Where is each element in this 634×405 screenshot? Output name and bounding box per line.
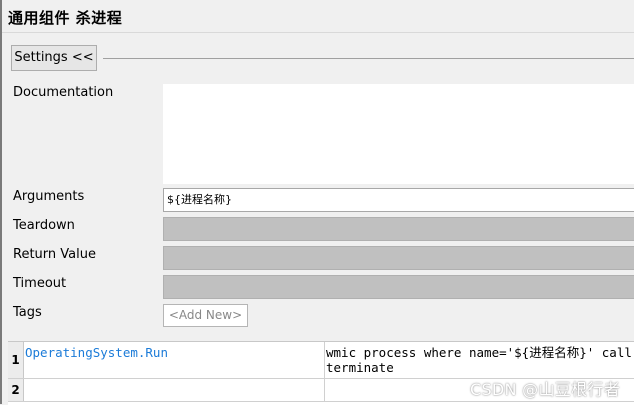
keyword-cell[interactable] xyxy=(24,379,325,401)
window-left-border xyxy=(0,0,2,404)
timeout-label: Timeout xyxy=(13,276,67,291)
return-value-field[interactable] xyxy=(163,246,634,270)
teardown-label: Teardown xyxy=(13,218,75,233)
argument-cell[interactable]: wmic process where name='${进程名称}' call t… xyxy=(325,342,634,378)
teardown-field[interactable] xyxy=(163,217,634,241)
add-new-tag-button[interactable]: <Add New> xyxy=(163,304,248,327)
title-divider xyxy=(2,32,634,33)
return-value-label: Return Value xyxy=(13,247,96,262)
documentation-field[interactable] xyxy=(163,84,634,184)
settings-toggle-button[interactable]: Settings << xyxy=(11,45,97,71)
table-row: 1 OperatingSystem.Run wmic process where… xyxy=(8,342,634,379)
row-number[interactable]: 1 xyxy=(8,342,24,378)
documentation-label: Documentation xyxy=(13,85,114,100)
arguments-label: Arguments xyxy=(13,189,85,204)
row-number[interactable]: 2 xyxy=(8,379,24,401)
settings-divider xyxy=(103,58,634,59)
keyword-cell[interactable]: OperatingSystem.Run xyxy=(24,342,325,378)
watermark: CSDN @山豆根行者 xyxy=(469,380,620,399)
timeout-field[interactable] xyxy=(163,275,634,299)
tags-label: Tags xyxy=(13,305,42,320)
arguments-field[interactable]: ${进程名称} xyxy=(163,188,634,212)
page-title: 通用组件 杀进程 xyxy=(8,9,123,27)
